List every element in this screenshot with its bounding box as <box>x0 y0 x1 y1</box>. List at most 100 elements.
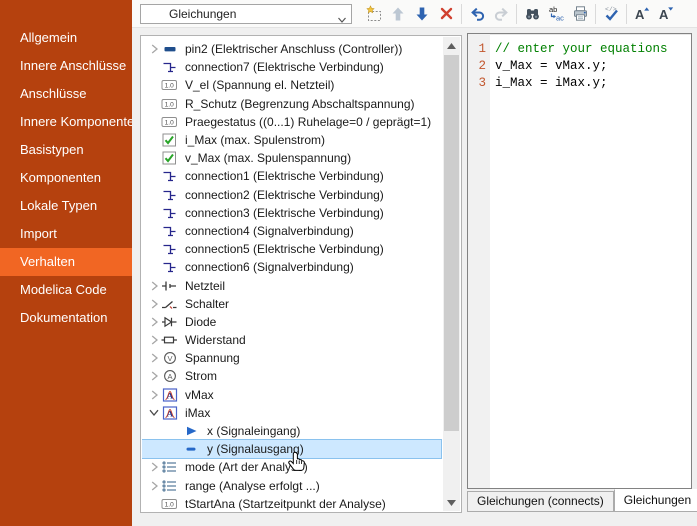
find-icon[interactable] <box>520 2 544 26</box>
equation-editor[interactable]: 123 // enter your equationsv_Max = vMax.… <box>467 33 692 489</box>
editor-tabs: Gleichungen (connects)Gleichungen <box>467 489 697 512</box>
tree-item-tstartana[interactable]: 1.0tStartAna (Startzeitpunkt der Analyse… <box>142 495 443 511</box>
tree-item-y[interactable]: y (Signalausgang) <box>142 440 441 458</box>
tree-item-connection3[interactable]: connection3 (Elektrische Verbindung) <box>142 204 443 222</box>
tree-item-connection4[interactable]: connection4 (Signalverbindung) <box>142 222 443 240</box>
expander-expanded-icon[interactable] <box>147 409 161 416</box>
svg-text:1.0: 1.0 <box>165 501 174 508</box>
expander-collapsed-icon[interactable] <box>147 371 161 381</box>
tree-item-strom[interactable]: AStrom <box>142 367 443 385</box>
tree-item-label: x (Signaleingang) <box>204 423 303 439</box>
scalar-value-icon: 1.0 <box>161 115 178 129</box>
checkbox-checked-icon <box>161 133 178 147</box>
tree-scrollbar[interactable] <box>443 37 460 511</box>
tree-item-praegestatus[interactable]: 1.0 Praegestatus ((0...1) Ruhelage=0 / ge… <box>142 113 443 131</box>
tree-item-label: Praegestatus ((0...1) Ruhelage=0 / geprä… <box>182 114 434 130</box>
tree-item-r-schutz[interactable]: 1.0R_Schutz (Begrenzung Abschaltspannung… <box>142 95 443 113</box>
tree-item-range[interactable]: range (Analyse erfolgt ...) <box>142 477 443 495</box>
undo-icon[interactable] <box>465 2 489 26</box>
new-equation-icon[interactable] <box>362 2 386 26</box>
sidebar-item-import[interactable]: Import <box>0 220 132 248</box>
toolbar-separator <box>516 4 517 24</box>
tree-item-x[interactable]: x (Signaleingang) <box>142 422 443 440</box>
expander-collapsed-icon[interactable] <box>147 390 161 400</box>
tree-item-pin2[interactable]: pin2 (Elektrischer Anschluss (Controller… <box>142 40 443 58</box>
tree-item-connection7[interactable]: connection7 (Elektrische Verbindung) <box>142 58 443 76</box>
tree-item-connection2[interactable]: connection2 (Elektrische Verbindung) <box>142 186 443 204</box>
component-tree: pin2 (Elektrischer Anschluss (Controller… <box>142 37 443 511</box>
tree-item-spannung[interactable]: V Spannung <box>142 349 443 367</box>
signal-block-icon: A <box>161 406 178 420</box>
code-line[interactable]: // enter your equations <box>495 41 668 58</box>
code-line[interactable]: i_Max = iMax.y; <box>495 75 668 92</box>
replace-icon[interactable]: abac <box>544 2 568 26</box>
tree-item-v-max[interactable]: v_Max (max. Spulenspannung) <box>142 149 443 167</box>
scroll-up-icon[interactable] <box>443 37 460 54</box>
sidebar-item-verhalten[interactable]: Verhalten <box>0 248 132 276</box>
signal-input-icon <box>183 424 200 438</box>
tree-item-mode[interactable]: mode (Art der Analyse) <box>142 458 443 476</box>
tree-item-label: vMax <box>182 387 217 403</box>
font-decrease-icon[interactable]: A <box>654 2 678 26</box>
tree-item-v-el[interactable]: 1.0V_el (Spannung el. Netzteil) <box>142 76 443 94</box>
redo-icon[interactable] <box>489 2 513 26</box>
connection-icon <box>161 60 178 74</box>
tree-item-connection5[interactable]: connection5 (Elektrische Verbindung) <box>142 240 443 258</box>
tree-item-label: R_Schutz (Begrenzung Abschaltspannung) <box>182 96 417 112</box>
equation-section-select[interactable]: Gleichungen <box>140 4 352 24</box>
combobox-value: Gleichungen <box>169 7 236 21</box>
toolbar-buttons: abac </> AA <box>362 2 678 26</box>
code-area[interactable]: // enter your equationsv_Max = vMax.y;i_… <box>490 34 668 488</box>
power-supply-icon <box>161 279 178 293</box>
pin-icon <box>161 42 178 56</box>
syntax-check-icon[interactable]: </> <box>599 2 623 26</box>
sidebar-item-allgemein[interactable]: Allgemein <box>0 24 132 52</box>
delete-icon[interactable] <box>434 2 458 26</box>
scroll-down-icon[interactable] <box>443 494 460 511</box>
move-down-icon[interactable] <box>410 2 434 26</box>
tree-item-widerstand[interactable]: Widerstand <box>142 331 443 349</box>
tree-item-label: Spannung <box>182 350 243 366</box>
tree-item-connection1[interactable]: connection1 (Elektrische Verbindung) <box>142 167 443 185</box>
expander-collapsed-icon[interactable] <box>147 481 161 491</box>
font-increase-icon[interactable]: A <box>630 2 654 26</box>
sidebar-item-lokale-typen[interactable]: Lokale Typen <box>0 192 132 220</box>
connection-icon <box>161 242 178 256</box>
tree-item-schalter[interactable]: Schalter <box>142 295 443 313</box>
tree-item-vmax[interactable]: AvMax <box>142 386 443 404</box>
sidebar-item-basistypen[interactable]: Basistypen <box>0 136 132 164</box>
tree-item-connection6[interactable]: connection6 (Signalverbindung) <box>142 258 443 276</box>
connection-icon <box>161 224 178 238</box>
connection-icon <box>161 206 178 220</box>
tree-item-diode[interactable]: Diode <box>142 313 443 331</box>
sidebar-item-innere-anschlüsse[interactable]: Innere Anschlüsse <box>0 52 132 80</box>
resistor-icon <box>161 333 178 347</box>
sidebar-item-dokumentation[interactable]: Dokumentation <box>0 304 132 332</box>
line-number: 3 <box>468 75 490 92</box>
code-line[interactable]: v_Max = vMax.y; <box>495 58 668 75</box>
expander-collapsed-icon[interactable] <box>147 335 161 345</box>
tab-gleichungen[interactable]: Gleichungen <box>614 489 697 512</box>
tree-item-label: pin2 (Elektrischer Anschluss (Controller… <box>182 41 405 57</box>
svg-text:A: A <box>166 390 173 400</box>
tree-item-i-max[interactable]: i_Max (max. Spulenstrom) <box>142 131 443 149</box>
expander-collapsed-icon[interactable] <box>147 353 161 363</box>
voltage-source-icon: V <box>161 351 178 365</box>
sidebar-item-innere-komponenten[interactable]: Innere Komponenten <box>0 108 132 136</box>
tree-item-imax[interactable]: AiMax <box>142 404 443 422</box>
expander-collapsed-icon[interactable] <box>147 44 161 54</box>
expander-collapsed-icon[interactable] <box>147 299 161 309</box>
expander-collapsed-icon[interactable] <box>147 281 161 291</box>
tab-gleichungen-connects[interactable]: Gleichungen (connects) <box>467 491 614 512</box>
chevron-down-icon[interactable] <box>338 12 346 18</box>
sidebar-item-komponenten[interactable]: Komponenten <box>0 164 132 192</box>
sidebar-item-modelica-code[interactable]: Modelica Code <box>0 276 132 304</box>
print-icon[interactable] <box>568 2 592 26</box>
expander-collapsed-icon[interactable] <box>147 462 161 472</box>
sidebar-item-anschlüsse[interactable]: Anschlüsse <box>0 80 132 108</box>
expander-collapsed-icon[interactable] <box>147 317 161 327</box>
line-number: 2 <box>468 58 490 75</box>
move-up-icon[interactable] <box>386 2 410 26</box>
tree-item-netzteil[interactable]: Netzteil <box>142 276 443 294</box>
scrollbar-thumb[interactable] <box>444 55 459 431</box>
